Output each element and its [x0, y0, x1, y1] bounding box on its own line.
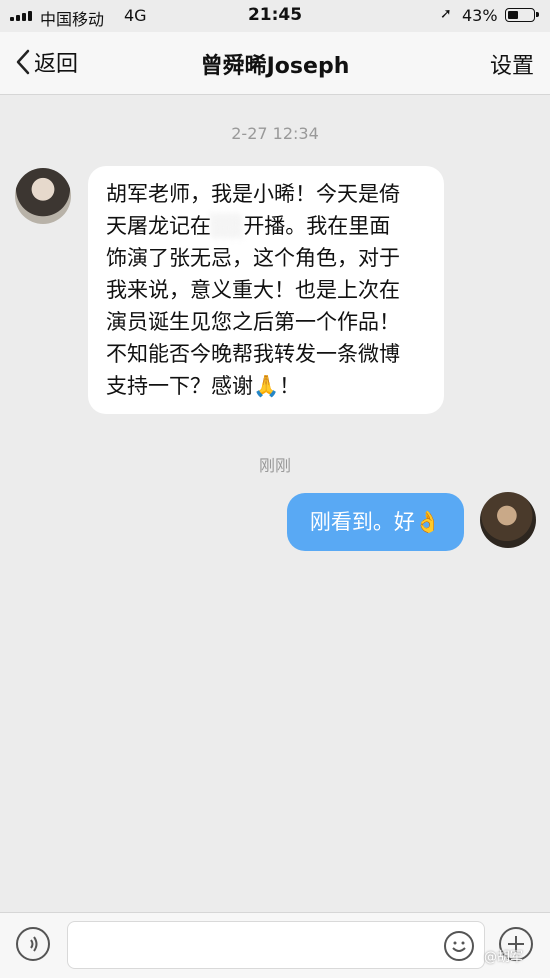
message-timestamp: 2-27 12:34	[231, 124, 319, 143]
message-input[interactable]	[67, 921, 485, 969]
message-timestamp: 刚刚	[258, 456, 291, 475]
location-arrow-icon: ➚	[440, 6, 452, 22]
message-line: 胡军老师，我是小晞！今天是倚	[106, 182, 400, 206]
battery-percent: 43%	[462, 6, 498, 25]
outgoing-message-bubble[interactable]: 刚看到。好👌	[287, 493, 464, 551]
back-button[interactable]: 返回	[16, 46, 78, 78]
voice-icon	[30, 936, 38, 952]
settings-button[interactable]: 设置	[490, 48, 534, 80]
contact-avatar[interactable]	[15, 168, 71, 224]
back-label: 返回	[34, 52, 79, 77]
navigation-bar: 返回 曾舜晞Joseph 设置	[0, 32, 550, 95]
blurred-text: ░░	[211, 214, 244, 238]
emoji-button[interactable]	[444, 931, 474, 961]
smiley-icon	[452, 941, 466, 952]
message-line: 饰演了张无忌，这个角色，对于	[106, 246, 400, 270]
user-avatar[interactable]	[480, 492, 536, 548]
message-line: 不知能否今晚帮我转发一条微博	[106, 342, 400, 366]
message-line: 支持一下？感谢🙏！	[106, 374, 301, 398]
message-line: 天屠龙记在░░开播。我在里面	[106, 214, 391, 238]
incoming-message-bubble[interactable]: 胡军老师，我是小晞！今天是倚 天屠龙记在░░开播。我在里面 饰演了张无忌，这个角…	[88, 166, 444, 414]
chat-title: 曾舜晞Joseph	[200, 54, 350, 79]
battery-icon	[505, 8, 539, 22]
message-line: 我来说，意义重大！也是上次在	[106, 278, 400, 302]
watermark: @胡军	[484, 950, 524, 965]
chevron-left-icon	[16, 49, 30, 75]
message-line: 演员诞生见您之后第一个作品！	[106, 310, 400, 334]
input-bar	[0, 912, 550, 978]
status-bar: 中国移动 4G 21:45 ➚ 43%	[0, 0, 550, 32]
voice-button[interactable]	[16, 927, 50, 961]
battery-fill	[508, 11, 519, 19]
